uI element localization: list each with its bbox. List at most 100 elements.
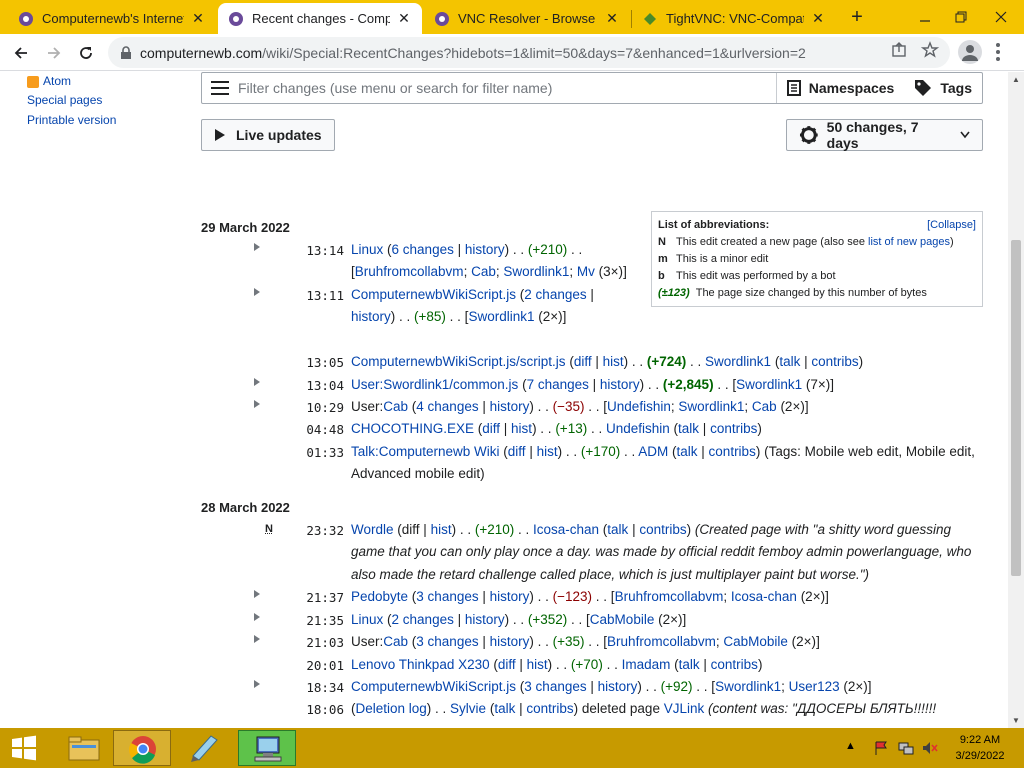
history-link[interactable]: hist bbox=[603, 354, 624, 369]
user-link[interactable]: Imadam bbox=[622, 657, 671, 672]
user-link[interactable]: Cab bbox=[471, 264, 496, 279]
notepad-icon[interactable] bbox=[175, 730, 233, 766]
history-link[interactable]: hist bbox=[527, 657, 548, 672]
changes-link[interactable]: 3 changes bbox=[524, 679, 586, 694]
diff-link[interactable]: diff bbox=[498, 657, 516, 672]
user-link[interactable]: Swordlink1 bbox=[736, 377, 802, 392]
network-icon[interactable] bbox=[898, 740, 914, 756]
profile-avatar[interactable] bbox=[958, 40, 982, 64]
share-icon[interactable] bbox=[890, 41, 908, 59]
user-link[interactable]: Swordlink1 bbox=[715, 679, 781, 694]
page-link[interactable]: ComputernewbWikiScript.js bbox=[351, 679, 516, 694]
scroll-down-icon[interactable]: ▼ bbox=[1012, 716, 1020, 725]
user-link[interactable]: Swordlink1 bbox=[503, 264, 569, 279]
page-link[interactable]: Linux bbox=[351, 612, 383, 627]
sidebar-printable-link[interactable]: Printable version bbox=[27, 113, 116, 127]
contribs-link[interactable]: contribs bbox=[711, 657, 758, 672]
user-link[interactable]: Swordlink1 bbox=[705, 354, 771, 369]
changes-link[interactable]: 7 changes bbox=[527, 377, 589, 392]
tab-tightvnc[interactable]: TightVNC: VNC-Compatib ✕ bbox=[632, 3, 836, 34]
diff-link[interactable]: diff bbox=[508, 444, 526, 459]
user-link[interactable]: Undefishin bbox=[607, 399, 671, 414]
expand-arrow-icon[interactable] bbox=[254, 378, 260, 386]
tags-button[interactable]: Tags bbox=[904, 79, 982, 97]
bookmark-star-icon[interactable] bbox=[921, 41, 939, 59]
namespaces-button[interactable]: Namespaces bbox=[777, 80, 905, 96]
history-link[interactable]: history bbox=[600, 377, 640, 392]
minimize-button[interactable] bbox=[908, 0, 942, 34]
page-link[interactable]: User:Swordlink1/common.js bbox=[351, 377, 518, 392]
new-tab-button[interactable]: + bbox=[847, 6, 867, 29]
back-button[interactable] bbox=[8, 40, 34, 66]
show-hidden-icons[interactable]: ▲ bbox=[845, 740, 856, 752]
chrome-taskbar-button[interactable] bbox=[113, 730, 171, 766]
user-link[interactable]: CabMobile bbox=[723, 634, 788, 649]
talk-link[interactable]: talk bbox=[607, 522, 628, 537]
expand-arrow-icon[interactable] bbox=[254, 288, 260, 296]
live-updates-button[interactable]: Live updates bbox=[201, 119, 335, 151]
user-link[interactable]: ADM bbox=[638, 444, 668, 459]
system-clock[interactable]: 9:22 AM 3/29/2022 bbox=[950, 732, 1010, 764]
history-link[interactable]: history bbox=[490, 399, 530, 414]
page-link[interactable]: Linux bbox=[351, 242, 383, 257]
expand-arrow-icon[interactable] bbox=[254, 680, 260, 688]
action-center-flag-icon[interactable] bbox=[874, 740, 890, 756]
talk-link[interactable]: talk bbox=[679, 657, 700, 672]
expand-arrow-icon[interactable] bbox=[254, 590, 260, 598]
page-link[interactable]: ComputernewbWikiScript.js bbox=[351, 287, 516, 302]
page-scrollbar[interactable]: ▲ ▼ bbox=[1008, 72, 1024, 728]
diff-link[interactable]: diff bbox=[482, 421, 500, 436]
history-link[interactable]: history bbox=[490, 589, 530, 604]
expand-arrow-icon[interactable] bbox=[254, 613, 260, 621]
history-link[interactable]: hist bbox=[537, 444, 558, 459]
tab-recent-changes[interactable]: Recent changes - Compute ✕ bbox=[218, 3, 422, 34]
start-windows-icon[interactable] bbox=[0, 730, 48, 766]
expand-arrow-icon[interactable] bbox=[254, 400, 260, 408]
user-link[interactable]: Swordlink1 bbox=[678, 399, 744, 414]
user-link[interactable]: Bruhfromcollabvm bbox=[615, 589, 724, 604]
file-explorer-icon[interactable] bbox=[55, 730, 113, 766]
tab-vnc-resolver[interactable]: VNC Resolver - Browse ✕ bbox=[424, 3, 630, 34]
changes-link[interactable]: 3 changes bbox=[416, 589, 478, 604]
hamburger-menu-icon[interactable] bbox=[210, 80, 230, 96]
user-link[interactable]: Bruhfromcollabvm bbox=[607, 634, 716, 649]
changes-link[interactable]: 2 changes bbox=[524, 287, 586, 302]
user-link[interactable]: Cab bbox=[752, 399, 777, 414]
changes-link[interactable]: 2 changes bbox=[392, 612, 454, 627]
page-link[interactable]: Pedobyte bbox=[351, 589, 408, 604]
user-link[interactable]: Bruhfromcollabvm bbox=[355, 264, 464, 279]
contribs-link[interactable]: contribs bbox=[639, 522, 686, 537]
changes-link[interactable]: 6 changes bbox=[392, 242, 454, 257]
forward-button[interactable] bbox=[41, 40, 67, 66]
scroll-up-icon[interactable]: ▲ bbox=[1012, 75, 1020, 84]
contribs-link[interactable]: contribs bbox=[526, 701, 573, 716]
volume-muted-icon[interactable] bbox=[922, 740, 938, 756]
legend-new-pages-link[interactable]: list of new pages bbox=[868, 236, 950, 248]
user-link[interactable]: CabMobile bbox=[590, 612, 655, 627]
page-link[interactable]: CHOCOTHING.EXE bbox=[351, 421, 474, 436]
sidebar-special-pages-link[interactable]: Special pages bbox=[27, 93, 102, 107]
user-link[interactable]: Icosa-chan bbox=[533, 522, 599, 537]
close-tab-icon[interactable]: ✕ bbox=[396, 10, 412, 27]
page-link[interactable]: Cab bbox=[383, 634, 408, 649]
user-link[interactable]: Sylvie bbox=[450, 701, 486, 716]
contribs-link[interactable]: contribs bbox=[709, 444, 756, 459]
close-tab-icon[interactable]: ✕ bbox=[604, 10, 620, 27]
vnc-viewer-taskbar-button[interactable] bbox=[238, 730, 296, 766]
user-link[interactable]: User123 bbox=[789, 679, 840, 694]
talk-link[interactable]: talk bbox=[494, 701, 515, 716]
page-link[interactable]: ComputernewbWikiScript.js/script.js bbox=[351, 354, 566, 369]
changes-link[interactable]: 4 changes bbox=[416, 399, 478, 414]
close-window-button[interactable] bbox=[984, 0, 1018, 34]
history-link[interactable]: history bbox=[465, 242, 505, 257]
user-link[interactable]: Swordlink1 bbox=[468, 309, 534, 324]
history-link[interactable]: history bbox=[490, 634, 530, 649]
expand-arrow-icon[interactable] bbox=[254, 243, 260, 251]
changes-options-button[interactable]: 50 changes, 7 days bbox=[786, 119, 983, 151]
close-tab-icon[interactable]: ✕ bbox=[190, 10, 206, 27]
address-bar[interactable]: computernewb.com/wiki/Special:RecentChan… bbox=[108, 37, 950, 68]
deleted-page-link[interactable]: VJLink bbox=[664, 701, 705, 716]
contribs-link[interactable]: contribs bbox=[710, 421, 757, 436]
talk-link[interactable]: talk bbox=[678, 421, 699, 436]
sidebar-atom-link[interactable]: Atom bbox=[43, 74, 71, 88]
